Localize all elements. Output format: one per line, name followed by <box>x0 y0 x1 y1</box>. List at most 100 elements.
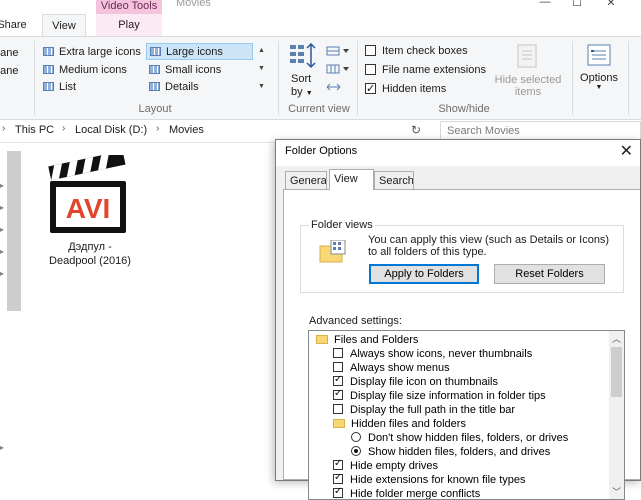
options-button[interactable]: Options ▼ <box>576 43 622 91</box>
large-icons-icon <box>150 47 161 56</box>
breadcrumb-movies[interactable]: Movies <box>169 124 204 136</box>
checkbox-icon[interactable] <box>333 387 343 401</box>
expand-icon[interactable]: ▸ <box>0 225 4 234</box>
add-columns-button[interactable] <box>326 63 350 78</box>
layout-list[interactable]: List <box>43 79 76 95</box>
tree-option[interactable]: Hide extensions for known file types <box>333 471 525 487</box>
breadcrumb-local-disk[interactable]: Local Disk (D:) <box>75 124 147 136</box>
layout-scroll-up-icon[interactable]: ▲ <box>258 47 265 54</box>
advanced-settings-label: Advanced settings: <box>309 315 402 327</box>
checkbox-icon[interactable] <box>333 362 343 372</box>
folder-icon <box>333 419 345 428</box>
hidden-items-option[interactable]: Hidden items <box>365 81 446 97</box>
expand-icon[interactable]: ▸ <box>0 443 4 452</box>
medium-icons-icon <box>43 65 54 74</box>
scrollbar-thumb[interactable] <box>611 347 622 397</box>
small-icons-icon <box>149 65 160 74</box>
ribbon-separator <box>628 41 629 115</box>
item-check-boxes-option[interactable]: Item check boxes <box>365 43 468 59</box>
breadcrumb-separator-icon: › <box>156 123 160 134</box>
scroll-down-icon[interactable]: ﹀ <box>612 485 621 498</box>
breadcrumb-separator-icon: › <box>62 123 66 134</box>
expand-icon[interactable]: ▸ <box>0 269 4 278</box>
dialog-close-icon[interactable]: ✕ <box>620 141 633 161</box>
tree-option[interactable]: Always show menus <box>333 361 450 375</box>
show-hide-group-label: Show/hide <box>438 103 490 115</box>
expand-icon[interactable]: ▸ <box>0 247 4 256</box>
list-icon <box>43 82 54 91</box>
file-name-label: Дэдпул - Deadpool (2016) <box>49 241 131 267</box>
item-check-boxes-checkbox[interactable] <box>365 45 376 56</box>
tree-radio-option[interactable]: Don't show hidden files, folders, or dri… <box>351 431 568 445</box>
navigation-pane[interactable]: ▸ ▸ ▸ ▸ ▸ ▸ <box>0 143 22 453</box>
layout-medium-icons[interactable]: Medium icons <box>43 62 127 78</box>
tab-view[interactable]: View <box>42 14 86 36</box>
checkbox-icon[interactable] <box>333 373 343 387</box>
tree-option[interactable]: Hide folder merge conflicts <box>333 485 480 499</box>
tree-option[interactable]: Always show icons, never thumbnails <box>333 347 532 361</box>
close-icon[interactable]: ✕ <box>604 0 618 9</box>
tree-folder-hidden-files[interactable]: Hidden files and folders <box>333 417 466 431</box>
file-name-extensions-option[interactable]: File name extensions <box>365 62 486 78</box>
tree-option[interactable]: Display file icon on thumbnails <box>333 373 498 389</box>
checkbox-icon[interactable] <box>333 471 343 485</box>
hide-selected-items-button[interactable]: Hide selected items <box>492 43 564 98</box>
tree-option[interactable]: Display the full path in the title bar <box>333 403 515 417</box>
title-bar: Video Tools Movies Share View Play — ☐ ✕ <box>0 0 641 36</box>
layout-large-icons[interactable]: Large icons <box>146 43 253 60</box>
size-columns-icon <box>326 83 341 91</box>
breadcrumb-this-pc[interactable]: This PC <box>15 124 54 136</box>
tree-folder-files-and-folders[interactable]: Files and Folders <box>316 333 418 347</box>
radio-icon[interactable] <box>351 446 361 456</box>
ribbon-separator <box>357 41 358 115</box>
apply-to-folders-button[interactable]: Apply to Folders <box>369 264 479 284</box>
sort-by-button[interactable]: Sort by ▼ <box>289 42 317 98</box>
layout-group-label: Layout <box>138 103 172 115</box>
minimize-icon[interactable]: — <box>538 0 552 8</box>
ribbon-left-item-2[interactable]: pane <box>0 63 18 79</box>
tab-view-options[interactable]: View <box>329 169 374 190</box>
layout-expand-icon[interactable]: ▼ <box>258 83 265 90</box>
radio-icon[interactable] <box>351 432 361 442</box>
tab-general[interactable]: General <box>285 171 327 189</box>
advanced-settings-tree[interactable]: Files and Folders Always show icons, nev… <box>308 330 625 500</box>
file-name-extensions-checkbox[interactable] <box>365 64 376 75</box>
checkbox-icon[interactable] <box>333 485 343 499</box>
size-columns-button[interactable] <box>326 81 342 96</box>
search-input[interactable]: Search Movies <box>440 121 641 141</box>
options-dropdown-icon: ▼ <box>595 84 603 91</box>
folder-options-dialog: Folder Options ✕ General View Search Fol… <box>275 139 641 500</box>
tab-share[interactable]: Share <box>0 14 34 36</box>
checkbox-icon[interactable] <box>333 404 343 414</box>
group-by-button[interactable] <box>326 45 350 60</box>
add-columns-icon <box>326 64 349 74</box>
checkbox-icon[interactable] <box>333 348 343 358</box>
layout-small-icons[interactable]: Small icons <box>149 62 221 78</box>
scroll-up-icon[interactable]: ︿ <box>612 332 621 345</box>
layout-details[interactable]: Details <box>149 79 199 95</box>
ribbon-left-item-1[interactable]: pane <box>0 45 18 61</box>
checkbox-icon[interactable] <box>333 457 343 471</box>
reset-folders-button[interactable]: Reset Folders <box>494 264 605 284</box>
svg-text:AVI: AVI <box>66 193 111 224</box>
tree-option[interactable]: Hide empty drives <box>333 457 438 473</box>
folder-views-legend: Folder views <box>309 219 375 231</box>
tree-radio-option[interactable]: Show hidden files, folders, and drives <box>351 445 550 459</box>
layout-extra-large-icons[interactable]: Extra large icons <box>43 44 141 60</box>
expand-icon[interactable]: ▸ <box>0 181 4 190</box>
tree-option[interactable]: Display file size information in folder … <box>333 387 546 403</box>
tree-scrollbar[interactable]: ︿ ﹀ <box>609 331 624 499</box>
refresh-icon[interactable]: ↻ <box>411 123 421 137</box>
folder-views-group: Folder views You can apply this view (su… <box>300 219 624 293</box>
maximize-icon[interactable]: ☐ <box>570 0 584 9</box>
hidden-items-checkbox[interactable] <box>365 81 376 97</box>
dialog-title: Folder Options <box>285 145 358 157</box>
details-icon <box>149 82 160 91</box>
file-item[interactable]: AVI Дэдпул - Deadpool (2016) <box>40 155 140 275</box>
expand-icon[interactable]: ▸ <box>0 203 4 212</box>
tab-search[interactable]: Search <box>374 171 414 189</box>
hide-selected-icon <box>517 44 537 68</box>
tab-play[interactable]: Play <box>96 14 162 36</box>
navigation-scrollbar[interactable] <box>7 151 21 311</box>
layout-scroll-down-icon[interactable]: ▼ <box>258 65 265 72</box>
